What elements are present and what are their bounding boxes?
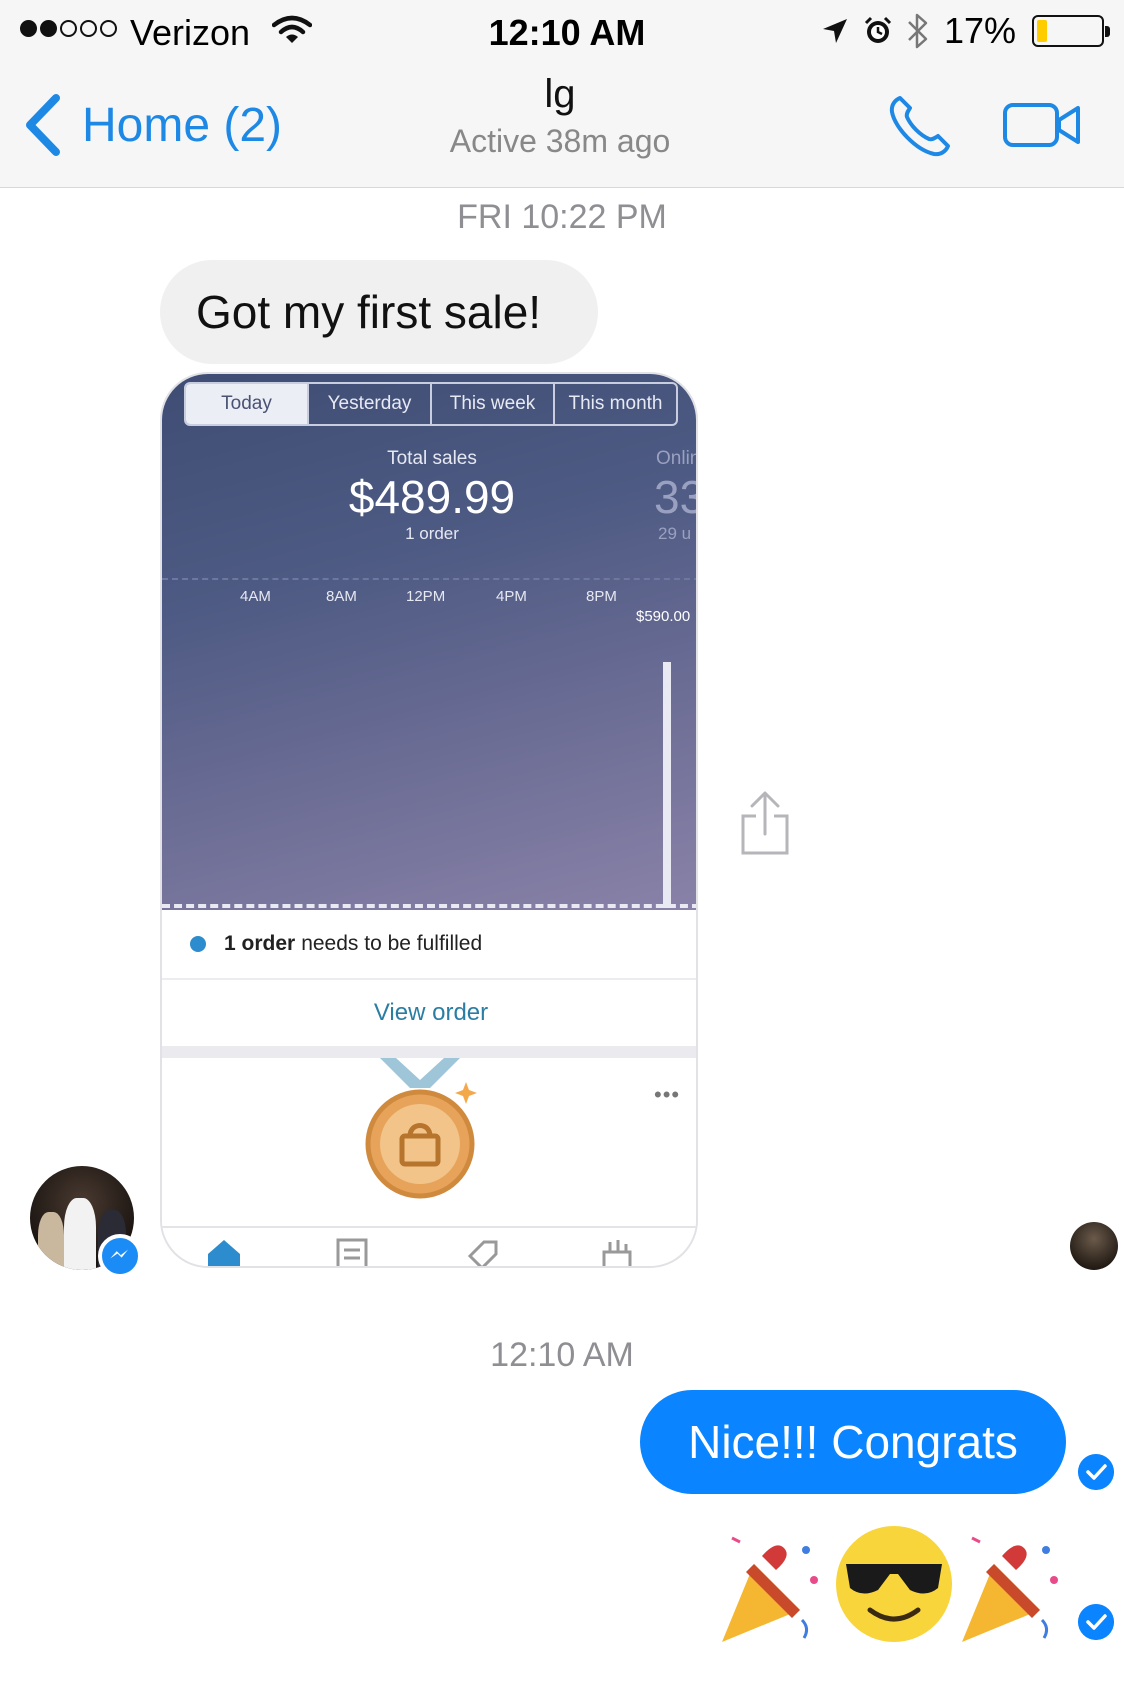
video-call-icon[interactable]	[1002, 100, 1082, 150]
back-chevron-icon	[26, 94, 60, 156]
date-range-segmented-control: Today Yesterday This week This month	[184, 382, 678, 426]
online-subtext: 29 u	[658, 524, 692, 543]
emoji-message[interactable]	[714, 1520, 1072, 1650]
axis-tick-8am: 8AM	[326, 588, 357, 605]
messenger-badge-icon	[98, 1234, 142, 1278]
conversation-title[interactable]: lg Active 38m ago	[390, 72, 730, 160]
more-options-icon: •••	[654, 1082, 681, 1107]
screenshot-attachment[interactable]: Today Yesterday This week This month Tot…	[160, 372, 698, 1268]
read-receipt-avatar	[1070, 1222, 1118, 1270]
incoming-message-bubble[interactable]: Got my first sale!	[160, 260, 598, 364]
orders-count: 1 order	[405, 524, 459, 543]
card-separator	[162, 1046, 696, 1058]
back-button[interactable]: Home (2)	[22, 92, 282, 158]
battery-level	[1037, 20, 1047, 42]
status-bar: Verizon 12:10 AM 17%	[0, 0, 1124, 60]
online-value: 33	[654, 471, 696, 523]
party-popper-emoji	[962, 1536, 1058, 1642]
chart-baseline	[162, 904, 696, 908]
home-tab-icon	[208, 1240, 240, 1266]
tab-this-month: This month	[553, 384, 676, 424]
timestamp-divider: FRI 10:22 PM	[457, 198, 667, 236]
fulfillment-notice: 1 order needs to be fulfilled	[162, 910, 696, 980]
tab-this-week: This week	[430, 384, 553, 424]
axis-tick-12pm: 12PM	[406, 588, 446, 605]
timestamp-divider: 12:10 AM	[490, 1336, 634, 1374]
location-arrow-icon	[822, 19, 847, 43]
alarm-icon	[864, 16, 891, 43]
online-label: Onlin	[656, 448, 698, 469]
contact-status: Active 38m ago	[449, 123, 671, 159]
status-dot	[190, 936, 206, 952]
orders-tab-icon	[336, 1238, 368, 1266]
battery-percent: 17%	[943, 10, 1016, 51]
contact-name: lg	[544, 72, 576, 116]
delivered-check-icon	[1078, 1454, 1114, 1490]
sunglasses-face-emoji	[836, 1526, 952, 1642]
store-tab-icon	[602, 1240, 632, 1266]
chart-max-label: $590.00	[636, 608, 691, 625]
view-order-link: View order	[162, 980, 696, 1046]
bluetooth-icon	[908, 13, 928, 49]
fulfil-count: 1 order	[224, 932, 296, 955]
share-icon[interactable]	[740, 790, 790, 856]
status-right-group: 17%	[820, 10, 1110, 52]
sales-bar	[663, 662, 671, 908]
party-popper-emoji	[722, 1536, 818, 1642]
products-tab-icon	[467, 1240, 498, 1266]
delivered-check-icon	[1078, 1604, 1114, 1640]
battery-icon	[1032, 15, 1110, 47]
total-sales-label: Total sales	[387, 448, 477, 469]
axis-tick-8pm: 8PM	[586, 588, 617, 605]
tab-today: Today	[186, 384, 307, 424]
outgoing-message-bubble[interactable]: Nice!!! Congrats	[640, 1390, 1066, 1494]
navigation-header: Verizon 12:10 AM 17% Home (2) lg Active …	[0, 0, 1124, 188]
tab-yesterday: Yesterday	[307, 384, 430, 424]
incoming-message-text: Got my first sale!	[196, 286, 542, 338]
outgoing-message-text: Nice!!! Congrats	[688, 1416, 1018, 1468]
phone-call-icon[interactable]	[886, 92, 954, 160]
chart-axis-line	[162, 578, 696, 580]
back-label: Home (2)	[82, 98, 283, 152]
fulfil-text: needs to be fulfilled	[301, 932, 483, 955]
medal-icon	[365, 1058, 477, 1199]
axis-tick-4pm: 4PM	[496, 588, 527, 605]
app-tab-bar	[162, 1226, 696, 1266]
avatar-figure	[64, 1198, 96, 1270]
axis-tick-4am: 4AM	[240, 588, 271, 605]
achievement-card: •••	[162, 1058, 696, 1226]
avatar-figure	[38, 1212, 64, 1270]
total-sales-value: $489.99	[348, 471, 516, 523]
sales-dashboard-header: Today Yesterday This week This month Tot…	[162, 374, 698, 910]
